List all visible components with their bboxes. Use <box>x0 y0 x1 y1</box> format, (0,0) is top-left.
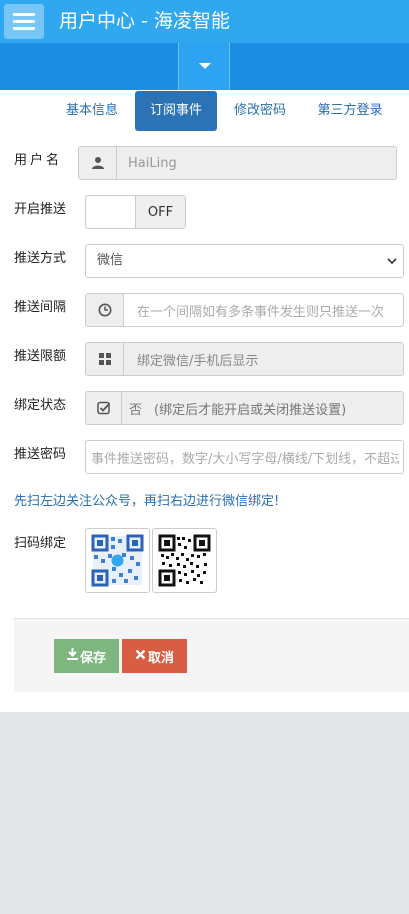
download-icon <box>66 648 78 664</box>
toggle-state-label: OFF <box>135 196 185 228</box>
push-password-input[interactable]: 事件推送密码，数字/大小写字母/横线/下划线，不超过32位 <box>85 440 404 474</box>
push-method-select[interactable]: 微信 <box>85 244 404 278</box>
clock-icon <box>86 294 124 326</box>
push-limit-label: 推送限额 <box>14 349 67 364</box>
chevron-down-icon <box>387 255 397 270</box>
grid-icon <box>86 343 124 375</box>
check-square-icon <box>86 392 122 424</box>
form-actions: 保存 取消 <box>14 618 409 692</box>
tab-bar: 基本信息 订阅事件 修改密码 第三方登录 <box>0 91 409 131</box>
username-value: HaiLing <box>128 155 177 171</box>
push-limit-field: 绑定微信/手机后显示 <box>85 342 404 376</box>
tab-basic-info[interactable]: 基本信息 <box>56 91 128 131</box>
sub-bar <box>0 43 409 90</box>
cancel-label: 取消 <box>147 650 174 666</box>
close-icon <box>135 649 146 664</box>
push-limit-value: 绑定微信/手机后显示 <box>137 353 259 369</box>
push-enable-label: 开启推送 <box>14 202 67 217</box>
hamburger-menu-button[interactable] <box>4 4 44 39</box>
bind-status-field: 否 (绑定后才能开启或关闭推送设置) <box>85 391 404 425</box>
official-account-qr-code <box>85 528 150 593</box>
username-label: 用户名 <box>14 153 63 168</box>
tab-change-password[interactable]: 修改密码 <box>224 91 296 131</box>
save-label: 保存 <box>79 650 106 666</box>
wechat-bind-hint: 先扫左边关注公众号，再扫右边进行微信绑定! <box>14 494 280 509</box>
push-interval-placeholder: 在一个间隔如有多条事件发生则只推送一次 <box>137 304 385 320</box>
push-interval-field[interactable]: 在一个间隔如有多条事件发生则只推送一次 <box>85 293 404 327</box>
tab-third-party-login[interactable]: 第三方登录 <box>304 91 396 131</box>
bind-status-note: (绑定后才能开启或关闭推送设置) <box>154 402 347 418</box>
user-icon <box>79 147 117 179</box>
menu-icon <box>13 13 35 16</box>
user-center-panel: 基本信息 订阅事件 修改密码 第三方登录 用户名 HaiLing 开启推送 OF… <box>0 90 409 712</box>
wechat-bind-qr-code <box>152 528 217 593</box>
push-password-label: 推送密码 <box>14 447 67 462</box>
push-method-label: 推送方式 <box>14 251 67 266</box>
scan-bind-label: 扫码绑定 <box>14 536 67 551</box>
username-field: HaiLing <box>78 146 397 180</box>
tab-subscribe-events[interactable]: 订阅事件 <box>135 91 217 131</box>
save-button[interactable]: 保存 <box>54 639 119 673</box>
push-enable-toggle[interactable]: OFF <box>85 195 186 229</box>
push-password-placeholder: 事件推送密码，数字/大小写字母/横线/下划线，不超过32位 <box>91 451 399 467</box>
push-method-value: 微信 <box>97 253 124 268</box>
cancel-button[interactable]: 取消 <box>122 639 187 673</box>
top-bar: 用户中心 - 海凌智能 <box>0 0 409 43</box>
dropdown-toggle-button[interactable] <box>178 43 230 90</box>
push-interval-label: 推送间隔 <box>14 300 67 315</box>
bind-status-label: 绑定状态 <box>14 398 67 413</box>
bind-status-value: 否 <box>129 402 143 418</box>
page-title: 用户中心 - 海凌智能 <box>59 10 230 32</box>
